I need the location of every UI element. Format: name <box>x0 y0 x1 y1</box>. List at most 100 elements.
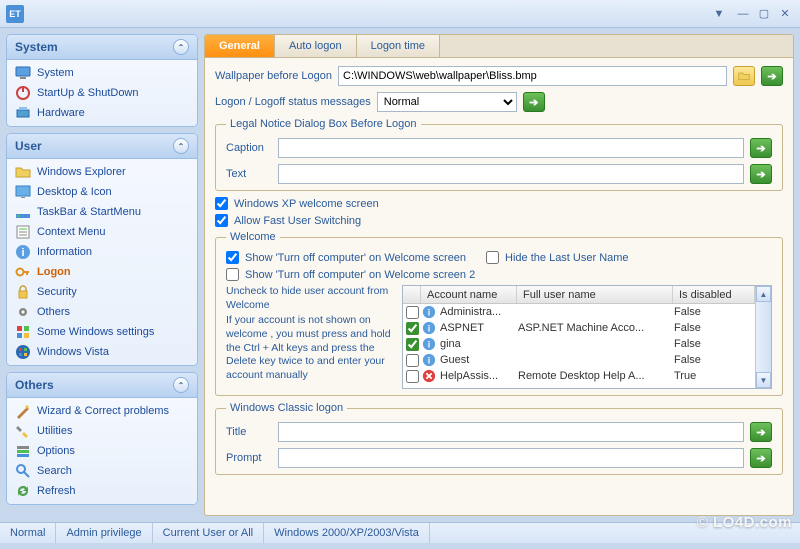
table-row[interactable]: iginaFalse <box>403 336 755 352</box>
cell-disabled: False <box>671 354 755 366</box>
xp-welcome-checkbox[interactable] <box>215 197 228 210</box>
fast-switch-checkbox[interactable] <box>215 214 228 227</box>
sidebar-item-contextmenu[interactable]: Context Menu <box>9 222 195 242</box>
tab-general[interactable]: General <box>205 35 275 57</box>
sidebar-item-label: System <box>37 67 74 79</box>
panel-header-user[interactable]: User ⌃ <box>7 134 197 159</box>
cell-account: HelpAssis... <box>437 370 515 382</box>
table-row[interactable]: iAdministra...False <box>403 304 755 320</box>
grid-scrollbar[interactable]: ▲ ▼ <box>755 286 771 388</box>
tools-icon <box>15 423 31 439</box>
sidebar-item-wizard[interactable]: Wizard & Correct problems <box>9 401 195 421</box>
browse-button[interactable] <box>733 66 755 86</box>
title-input[interactable] <box>278 422 744 442</box>
tabs: General Auto logon Logon time <box>205 35 793 58</box>
row-checkbox[interactable] <box>406 306 419 319</box>
sidebar-item-explorer[interactable]: Windows Explorer <box>9 162 195 182</box>
sidebar-item-refresh[interactable]: Refresh <box>9 481 195 501</box>
accounts-grid: Account name Full user name Is disabled … <box>402 285 772 389</box>
statusbar: Normal Admin privilege Current User or A… <box>0 522 800 543</box>
col-account[interactable]: Account name <box>421 286 517 303</box>
menu-icon <box>15 224 31 240</box>
apply-logon-msg-button[interactable]: ➔ <box>523 92 545 112</box>
table-row[interactable]: iASPNETASP.NET Machine Acco...False <box>403 320 755 336</box>
svg-text:i: i <box>428 340 430 350</box>
turnoff1-checkbox[interactable] <box>226 251 239 264</box>
row-status-icon: i <box>421 353 437 367</box>
minimize-button[interactable]: — <box>734 6 752 22</box>
sidebar-item-search[interactable]: Search <box>9 461 195 481</box>
apply-title-button[interactable]: ➔ <box>750 422 772 442</box>
status-normal: Normal <box>0 523 56 543</box>
hint-line1: Uncheck to hide user account from Welcom… <box>226 285 394 312</box>
panel-header-system[interactable]: System ⌃ <box>7 35 197 60</box>
sidebar-item-hardware[interactable]: Hardware <box>9 103 195 123</box>
text-label: Text <box>226 168 272 180</box>
close-button[interactable]: ✕ <box>776 6 794 22</box>
sidebar-item-somesettings[interactable]: Some Windows settings <box>9 322 195 342</box>
row-checkbox[interactable] <box>406 322 419 335</box>
panel-user: User ⌃ Windows Explorer Desktop & Icon T… <box>6 133 198 366</box>
logon-msg-select[interactable]: Normal <box>377 92 517 112</box>
sidebar-item-information[interactable]: iInformation <box>9 242 195 262</box>
turnoff2-checkbox[interactable] <box>226 268 239 281</box>
collapse-icon[interactable]: ⌃ <box>173 138 189 154</box>
maximize-button[interactable]: ▢ <box>755 6 773 22</box>
gear-icon <box>15 304 31 320</box>
prompt-input[interactable] <box>278 448 744 468</box>
sidebar-item-label: Others <box>37 306 70 318</box>
panel-header-others[interactable]: Others ⌃ <box>7 373 197 398</box>
col-fullname[interactable]: Full user name <box>517 286 673 303</box>
sidebar-item-logon[interactable]: Logon <box>9 262 195 282</box>
table-row[interactable]: HelpAssis...Remote Desktop Help A...True <box>403 368 755 384</box>
hardware-icon <box>15 105 31 121</box>
apply-wallpaper-button[interactable]: ➔ <box>761 66 783 86</box>
sidebar-item-security[interactable]: Security <box>9 282 195 302</box>
folder-icon <box>15 164 31 180</box>
wallpaper-input[interactable] <box>338 66 727 86</box>
col-disabled[interactable]: Is disabled <box>673 286 755 303</box>
monitor-icon <box>15 65 31 81</box>
sidebar-item-label: Wizard & Correct problems <box>37 405 169 417</box>
row-checkbox[interactable] <box>406 370 419 383</box>
collapse-icon[interactable]: ⌃ <box>173 377 189 393</box>
apply-text-button[interactable]: ➔ <box>750 164 772 184</box>
collapse-icon[interactable]: ⌃ <box>173 39 189 55</box>
welcome-fieldset: Welcome Show 'Turn off computer' on Welc… <box>215 231 783 396</box>
sidebar-item-others[interactable]: Others <box>9 302 195 322</box>
table-row[interactable]: iGuestFalse <box>403 352 755 368</box>
hide-last-checkbox[interactable] <box>486 251 499 264</box>
sidebar-item-utilities[interactable]: Utilities <box>9 421 195 441</box>
sidebar-item-label: Search <box>37 465 72 477</box>
vista-icon <box>15 344 31 360</box>
turnoff2-label: Show 'Turn off computer' on Welcome scre… <box>245 269 475 281</box>
sidebar-item-options[interactable]: Options <box>9 441 195 461</box>
content-area: System ⌃ System StartUp & ShutDown Hardw… <box>0 28 800 522</box>
tab-logon-time[interactable]: Logon time <box>357 35 440 57</box>
apply-prompt-button[interactable]: ➔ <box>750 448 772 468</box>
svg-text:i: i <box>428 356 430 366</box>
row-checkbox[interactable] <box>406 338 419 351</box>
sidebar-item-label: Options <box>37 445 75 457</box>
row-status-icon: i <box>421 337 437 351</box>
logon-msg-label: Logon / Logoff status messages <box>215 96 371 108</box>
text-input[interactable] <box>278 164 744 184</box>
toolbar-dropdown-icon[interactable]: ▼ <box>707 6 731 22</box>
caption-input[interactable] <box>278 138 744 158</box>
fast-switch-label: Allow Fast User Switching <box>234 215 361 227</box>
panel-title: User <box>15 139 42 153</box>
sidebar-item-vista[interactable]: Windows Vista <box>9 342 195 362</box>
hint-line2: If your account is not shown on welcome … <box>226 314 394 382</box>
scroll-down-icon[interactable]: ▼ <box>756 372 771 388</box>
sidebar-item-label: Refresh <box>37 485 76 497</box>
grid-header: Account name Full user name Is disabled <box>403 286 755 304</box>
scroll-up-icon[interactable]: ▲ <box>756 286 771 302</box>
sidebar-item-system[interactable]: System <box>9 63 195 83</box>
tab-auto-logon[interactable]: Auto logon <box>275 35 357 57</box>
sidebar-item-taskbar[interactable]: TaskBar & StartMenu <box>9 202 195 222</box>
apply-caption-button[interactable]: ➔ <box>750 138 772 158</box>
cell-fullname: Remote Desktop Help A... <box>515 370 671 382</box>
sidebar-item-desktop[interactable]: Desktop & Icon <box>9 182 195 202</box>
row-checkbox[interactable] <box>406 354 419 367</box>
sidebar-item-startup[interactable]: StartUp & ShutDown <box>9 83 195 103</box>
